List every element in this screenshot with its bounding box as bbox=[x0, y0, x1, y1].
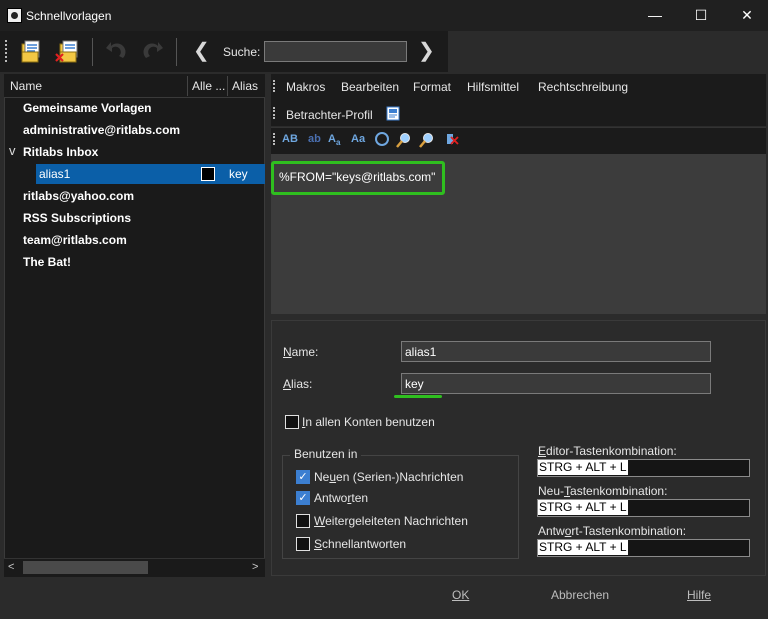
column-separator[interactable] bbox=[187, 76, 188, 96]
list-item[interactable]: Ritlabs Inbox bbox=[23, 145, 98, 159]
list-item[interactable]: team@ritlabs.com bbox=[23, 233, 127, 247]
list-item[interactable]: Gemeinsame Vorlagen bbox=[23, 101, 152, 115]
column-header-all[interactable]: Alle ... bbox=[192, 79, 225, 93]
font-small-icon[interactable]: ab bbox=[308, 133, 321, 145]
zoom-in-icon[interactable] bbox=[396, 132, 412, 151]
profile-icon[interactable] bbox=[386, 106, 400, 121]
search-label: Suche: bbox=[223, 45, 261, 59]
menu-grip[interactable] bbox=[273, 80, 275, 92]
toolbar-grip[interactable] bbox=[5, 40, 7, 62]
new-messages-label: Neuen (Serien-)Nachrichten bbox=[314, 470, 464, 484]
use-in-label: Benutzen in bbox=[290, 447, 362, 461]
list-item[interactable]: administrative@ritlabs.com bbox=[23, 123, 180, 137]
scroll-left-icon[interactable]: < bbox=[8, 561, 14, 573]
menu-rechtschreibung[interactable]: Rechtschreibung bbox=[538, 80, 628, 94]
cancel-button[interactable]: Abbrechen bbox=[551, 588, 609, 602]
name-field[interactable] bbox=[401, 341, 711, 362]
window-title: Schnellvorlagen bbox=[26, 9, 112, 23]
reply-hotkey-field[interactable]: STRG + ALT + L bbox=[537, 539, 750, 557]
column-header-name[interactable]: Name bbox=[10, 79, 42, 93]
undo-icon[interactable] bbox=[103, 38, 129, 64]
delete-template-icon[interactable] bbox=[55, 38, 81, 64]
all-accounts-label: In allen Konten benutzen bbox=[302, 415, 435, 429]
menu-grip[interactable] bbox=[273, 107, 275, 119]
forwarded-label: Weitergeleiteten Nachrichten bbox=[314, 514, 468, 528]
zoom-out-icon[interactable] bbox=[419, 132, 435, 151]
forwarded-checkbox[interactable] bbox=[296, 514, 310, 528]
toolbar-separator bbox=[92, 38, 93, 66]
list-item[interactable]: RSS Subscriptions bbox=[23, 211, 131, 225]
search-prev-icon[interactable]: ❮ bbox=[193, 41, 210, 63]
font-case-icon[interactable]: Aa bbox=[351, 133, 365, 145]
insert-macro-icon[interactable] bbox=[375, 132, 389, 146]
new-hotkey-label: Neu-Tastenkombination: bbox=[538, 484, 668, 498]
menu-hilfsmittel[interactable]: Hilfsmittel bbox=[467, 80, 519, 94]
reply-hotkey-label: Antwort-Tastenkombination: bbox=[538, 524, 687, 538]
new-hotkey-field[interactable]: STRG + ALT + L bbox=[537, 499, 750, 517]
all-accounts-checkbox[interactable] bbox=[285, 415, 299, 429]
ok-button[interactable]: OK bbox=[452, 588, 469, 602]
maximize-button[interactable]: ☐ bbox=[678, 0, 724, 31]
list-header bbox=[4, 74, 265, 98]
editor-hotkey-label: Editor-Tastenkombination: bbox=[538, 444, 677, 458]
scrollbar-thumb[interactable] bbox=[23, 561, 148, 574]
menu-bearbeiten[interactable]: Bearbeiten bbox=[341, 80, 399, 94]
alias-highlight bbox=[394, 395, 442, 398]
scroll-right-icon[interactable]: > bbox=[252, 561, 258, 573]
chevron-down-icon[interactable]: v bbox=[9, 143, 16, 158]
new-template-icon[interactable] bbox=[18, 38, 44, 64]
column-separator[interactable] bbox=[227, 76, 228, 96]
editor-hotkey-field[interactable]: STRG + ALT + L bbox=[537, 459, 750, 477]
list-item[interactable]: The Bat! bbox=[23, 255, 71, 269]
redo-icon[interactable] bbox=[140, 38, 166, 64]
toolbar-separator bbox=[176, 38, 177, 66]
app-icon bbox=[7, 8, 22, 23]
name-label: Name: bbox=[283, 345, 319, 359]
format-toolbar bbox=[271, 127, 766, 154]
search-next-icon[interactable]: ❯ bbox=[418, 41, 435, 63]
new-messages-checkbox[interactable]: ✓ bbox=[296, 470, 310, 484]
clear-format-icon[interactable] bbox=[443, 132, 459, 151]
quick-reply-label: Schnellantworten bbox=[314, 537, 407, 551]
help-button[interactable]: Hilfe bbox=[687, 588, 711, 602]
close-button[interactable]: ✕ bbox=[724, 0, 768, 31]
alias-label: Alias: bbox=[283, 377, 313, 391]
minimize-button[interactable]: — bbox=[632, 0, 678, 31]
column-header-alias[interactable]: Alias bbox=[232, 79, 258, 93]
menu-makros[interactable]: Makros bbox=[286, 80, 325, 94]
replies-label: Antworten bbox=[314, 491, 369, 505]
editor-content[interactable]: %FROM="keys@ritlabs.com" bbox=[279, 170, 435, 184]
font-bold-icon[interactable]: AB bbox=[282, 133, 298, 145]
all-accounts-checkbox[interactable] bbox=[201, 167, 215, 181]
replies-checkbox[interactable]: ✓ bbox=[296, 491, 310, 505]
search-input[interactable] bbox=[264, 41, 407, 62]
alias-field[interactable] bbox=[401, 373, 711, 394]
alias-name: alias1 bbox=[39, 167, 71, 181]
menu-format[interactable]: Format bbox=[413, 80, 451, 94]
alias-value: key bbox=[229, 167, 248, 181]
quick-reply-checkbox[interactable] bbox=[296, 537, 310, 551]
format-grip[interactable] bbox=[273, 133, 275, 145]
menu-betrachter-profil[interactable]: Betrachter-Profil bbox=[286, 108, 373, 122]
list-item[interactable]: ritlabs@yahoo.com bbox=[23, 189, 134, 203]
font-size-icon[interactable]: Aa bbox=[328, 133, 340, 147]
